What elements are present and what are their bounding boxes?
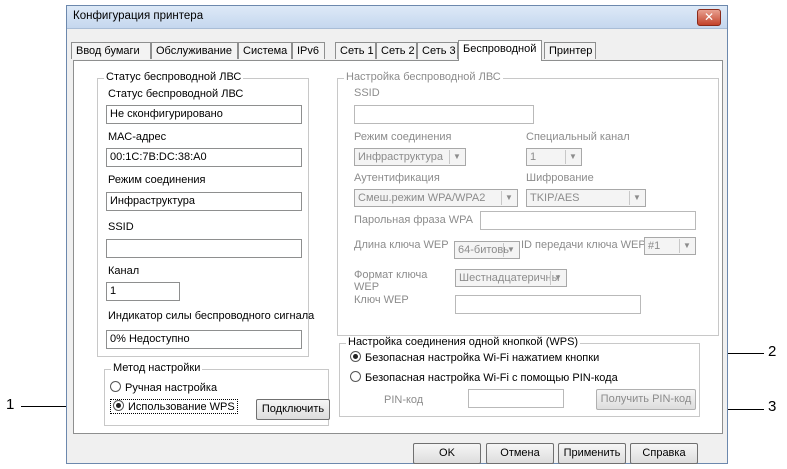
tab-network-2[interactable]: Сеть 2: [376, 42, 417, 59]
radio-off-icon: [110, 381, 121, 392]
manual-setup-label: Ручная настройка: [125, 382, 218, 394]
wlan-mode-select[interactable]: Инфраструктура ▼: [354, 148, 466, 166]
use-wps-label: Использование WPS: [128, 401, 235, 413]
radio-on-icon: [113, 400, 124, 411]
tab-network-3[interactable]: Сеть 3: [417, 42, 458, 59]
wpa-passphrase-input[interactable]: [480, 211, 696, 230]
wlan-auth-value: Смеш.режим WPA/WPA2: [358, 192, 486, 204]
wlan-auth-label: Аутентификация: [354, 172, 440, 184]
mode-field: Инфраструктура: [106, 192, 302, 211]
chevron-down-icon: ▼: [503, 243, 518, 257]
wep-id-label: ID передачи ключа WEP: [521, 239, 646, 251]
wps-push-button-label: Безопасная настройка Wi-Fi нажатием кноп…: [365, 352, 600, 364]
chevron-down-icon: ▼: [565, 150, 580, 164]
wireless-panel: Статус беспроводной ЛВС Статус беспровод…: [73, 60, 723, 434]
wps-pin-option-label: Безопасная настройка Wi-Fi с помощью PIN…: [365, 372, 618, 384]
wep-length-value: 64-битовь: [458, 244, 509, 256]
key-format-value: Шестнадцатеричны: [459, 272, 560, 284]
channel-label: Канал: [108, 265, 140, 277]
wlan-channel-label: Специальный канал: [526, 131, 630, 143]
key-format-label: Формат ключа WEP: [354, 269, 428, 293]
chevron-down-icon: ▼: [629, 191, 644, 205]
chevron-down-icon: ▼: [501, 191, 516, 205]
wlan-enc-select[interactable]: TKIP/AES ▼: [526, 189, 646, 207]
manual-setup-radio[interactable]: Ручная настройка: [110, 381, 217, 394]
wlan-ssid-label: SSID: [354, 87, 380, 99]
wlan-group-label: Настройка беспроводной ЛВС: [344, 71, 503, 83]
wlan-enc-label: Шифрование: [526, 172, 594, 184]
title-bar: Конфигурация принтера ✕: [67, 6, 727, 29]
key-format-select[interactable]: Шестнадцатеричны ▼: [455, 269, 567, 287]
wep-length-select[interactable]: 64-битовь ▼: [454, 241, 520, 259]
ssid-field: [106, 239, 302, 258]
wps-push-button-radio[interactable]: Безопасная настройка Wi-Fi нажатием кноп…: [350, 351, 599, 364]
ok-button[interactable]: OK: [413, 443, 481, 464]
window-title: Конфигурация принтера: [73, 10, 204, 22]
printer-config-dialog: Конфигурация принтера ✕ Ввод бумаги Обсл…: [66, 5, 728, 464]
status-field: Не сконфигурировано: [106, 105, 302, 124]
callout-2: 2: [768, 343, 777, 360]
wlan-channel-value: 1: [530, 151, 537, 163]
tab-maintenance[interactable]: Обслуживание: [151, 42, 238, 59]
channel-field: 1: [106, 282, 180, 301]
use-wps-radio[interactable]: Использование WPS: [110, 399, 238, 414]
tab-printer[interactable]: Принтер: [544, 42, 596, 59]
wlan-channel-select[interactable]: 1 ▼: [526, 148, 582, 166]
signal-label: Индикатор силы беспроводного сигнала: [108, 310, 315, 322]
tab-network-1[interactable]: Сеть 1: [335, 42, 376, 59]
method-group-label: Метод настройки: [111, 362, 203, 374]
get-pin-button[interactable]: Получить PIN-код: [596, 389, 696, 410]
ssid-label: SSID: [108, 221, 134, 233]
mac-field: 00:1C:7B:DC:38:A0: [106, 148, 302, 167]
mode-label: Режим соединения: [108, 174, 206, 186]
wep-length-label: Длина ключа WEP: [354, 239, 449, 251]
apply-button[interactable]: Применить: [558, 443, 626, 464]
connect-button[interactable]: Подключить: [256, 399, 330, 420]
wlan-enc-value: TKIP/AES: [530, 192, 580, 204]
cancel-button[interactable]: Отмена: [486, 443, 554, 464]
callout-1: 1: [6, 396, 15, 413]
wep-key-input[interactable]: [455, 295, 641, 314]
status-group-label: Статус беспроводной ЛВС: [104, 71, 244, 83]
mac-label: МАС-адрес: [108, 131, 167, 143]
tab-paper-input[interactable]: Ввод бумаги: [71, 42, 151, 59]
wep-key-label: Ключ WEP: [354, 294, 409, 306]
wlan-mode-label: Режим соединения: [354, 131, 452, 143]
wep-id-value: #1: [648, 240, 661, 252]
chevron-down-icon: ▼: [550, 271, 565, 285]
tab-system[interactable]: Система: [238, 42, 292, 59]
radio-on-icon: [350, 351, 361, 362]
wps-pin-radio[interactable]: Безопасная настройка Wi-Fi с помощью PIN…: [350, 371, 618, 384]
close-icon[interactable]: ✕: [697, 9, 721, 26]
wpa-passphrase-label: Парольная фраза WPA: [354, 214, 473, 226]
chevron-down-icon: ▼: [679, 239, 694, 253]
status-label: Статус беспроводной ЛВС: [108, 88, 244, 100]
chevron-down-icon: ▼: [449, 150, 464, 164]
pin-code-label: PIN-код: [384, 394, 424, 406]
wep-id-select[interactable]: #1 ▼: [644, 237, 696, 255]
callout-3: 3: [768, 398, 777, 415]
radio-off-icon: [350, 371, 361, 382]
help-button[interactable]: Справка: [630, 443, 698, 464]
signal-field: 0% Недоступно: [106, 330, 302, 349]
pin-code-input[interactable]: [468, 389, 564, 408]
wps-group-label: Настройка соединения одной кнопкой (WPS): [346, 336, 581, 348]
wlan-mode-value: Инфраструктура: [358, 151, 444, 163]
tab-wireless[interactable]: Беспроводной: [458, 40, 542, 61]
tab-ipv6[interactable]: IPv6: [292, 42, 325, 59]
wlan-auth-select[interactable]: Смеш.режим WPA/WPA2 ▼: [354, 189, 518, 207]
wlan-ssid-input[interactable]: [354, 105, 534, 124]
